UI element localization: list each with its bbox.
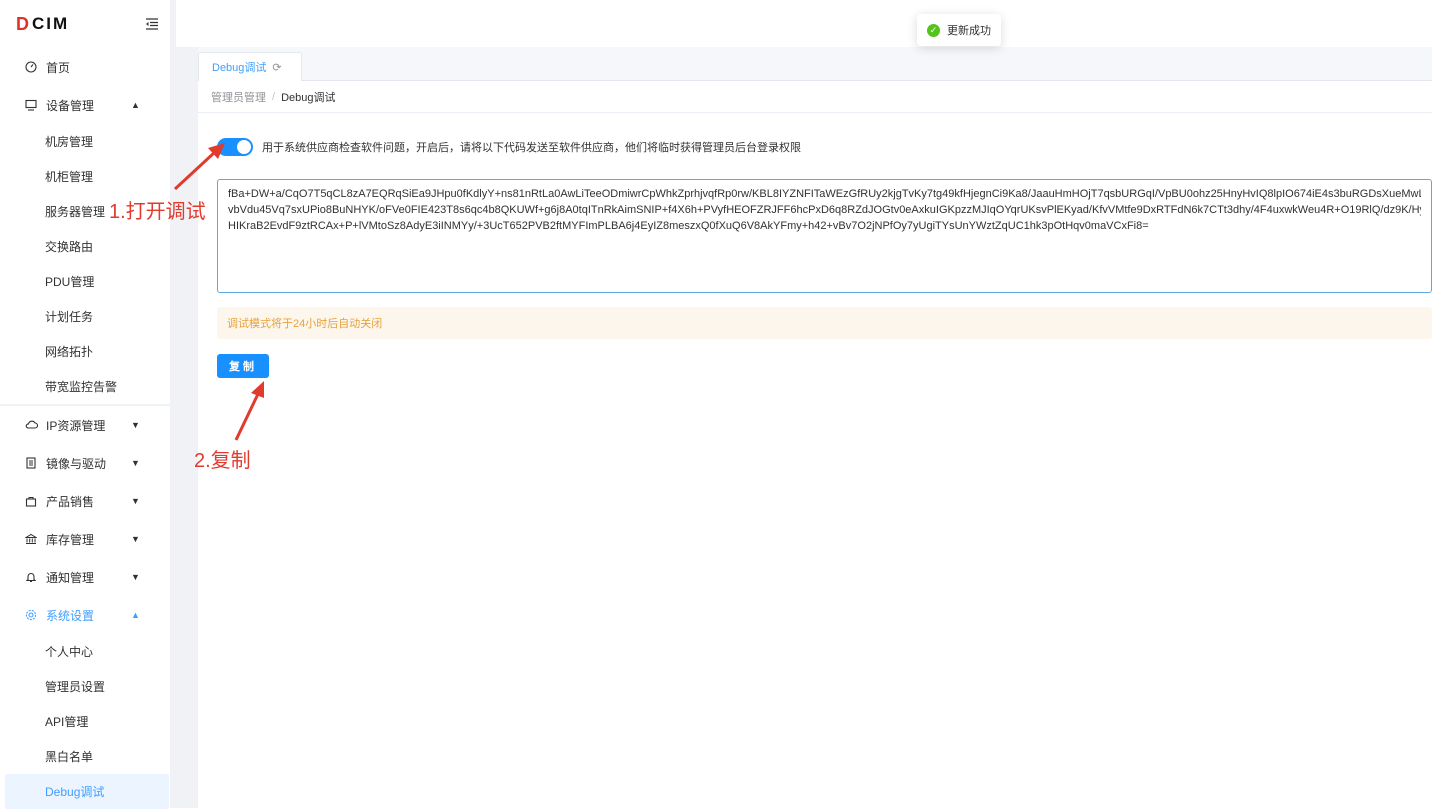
cloud-icon <box>24 418 38 432</box>
top-bar <box>176 0 1432 47</box>
breadcrumb-separator: / <box>272 90 276 103</box>
caret-up-icon: ▲ <box>131 100 140 110</box>
sidebar-item-label: 通知管理 <box>46 570 95 585</box>
sidebar-item-label: 首页 <box>46 60 71 75</box>
sidebar-item-image-driver[interactable]: 镜像与驱动 ▼ <box>0 444 170 482</box>
sidebar-item-cabinet[interactable]: 机柜管理 <box>0 159 170 194</box>
document-icon <box>24 456 38 470</box>
copy-button[interactable]: 复制 <box>217 354 269 378</box>
sidebar-item-admin-settings[interactable]: 管理员设置 <box>0 669 170 704</box>
sidebar-item-label: 镜像与驱动 <box>46 456 107 471</box>
caret-down-icon: ▼ <box>131 572 140 582</box>
debug-toggle-label: 用于系统供应商检查软件问题，开启后，请将以下代码发送至软件供应商，他们将临时获得… <box>262 142 801 154</box>
logo-row: D CIM <box>0 0 170 48</box>
sidebar-menu: 首页 设备管理 ▲ 机房管理 机柜管理 服务器管理 交换路由 PDU管理 计划任… <box>0 48 170 809</box>
annotation-arrow-icon <box>234 381 264 441</box>
caret-down-icon: ▼ <box>131 420 140 430</box>
sidebar-item-network-topology[interactable]: 网络拓扑 <box>0 334 170 369</box>
debug-panel: 用于系统供应商检查软件问题，开启后，请将以下代码发送至软件供应商，他们将临时获得… <box>198 113 1432 378</box>
tab-label: Debug调试 <box>212 62 267 74</box>
breadcrumb: 管理员管理 / Debug调试 <box>198 81 1432 113</box>
sidebar-item-api-mgmt[interactable]: API管理 <box>0 704 170 739</box>
sidebar-item-bandwidth-alert[interactable]: 带宽监控告警 <box>0 369 170 404</box>
sidebar-item-notify[interactable]: 通知管理 ▼ <box>0 558 170 596</box>
breadcrumb-parent[interactable]: 管理员管理 <box>211 89 266 105</box>
sidebar-item-label: 产品销售 <box>46 494 95 509</box>
main-area: Debug调试 ⟳ 管理员管理 / Debug调试 用于系统供应商检查软件问题，… <box>176 0 1432 808</box>
sidebar-item-pdu[interactable]: PDU管理 <box>0 264 170 299</box>
sidebar-item-home[interactable]: 首页 <box>0 48 170 86</box>
code-line: vbVdu45Vq7sxUPio8BuNHYK/oFVe0FIE423T8s6q… <box>228 204 1421 216</box>
bell-icon <box>24 570 38 584</box>
logo-mark: D <box>16 13 31 34</box>
success-toast: ✓ 更新成功 <box>917 14 1001 46</box>
sidebar-item-inventory[interactable]: 库存管理 ▼ <box>0 520 170 558</box>
code-line: HIKraB2EvdF9ztRCAx+P+lVMtoSz8AdyE3iINMYy… <box>228 220 1149 232</box>
monitor-icon <box>24 98 38 112</box>
tab-debug[interactable]: Debug调试 ⟳ <box>198 52 302 81</box>
sidebar-item-label: IP资源管理 <box>46 418 106 433</box>
sidebar-item-system-settings[interactable]: 系统设置 ▲ <box>0 596 170 634</box>
caret-up-icon: ▲ <box>131 610 140 620</box>
sidebar-item-profile[interactable]: 个人中心 <box>0 634 170 669</box>
bank-icon <box>24 532 38 546</box>
sidebar-item-machine-room[interactable]: 机房管理 <box>0 124 170 159</box>
sidebar-item-label: 设备管理 <box>46 98 95 113</box>
sidebar-item-ip-mgmt[interactable]: IP资源管理 ▼ <box>0 406 170 444</box>
sidebar-item-label: 库存管理 <box>46 532 95 547</box>
sidebar-item-switch-router[interactable]: 交换路由 <box>0 229 170 264</box>
annotation-step2: 2.复制 <box>194 450 251 472</box>
sidebar-item-device-mgmt[interactable]: 设备管理 ▲ <box>0 86 170 124</box>
logo-text: CIM <box>32 14 70 33</box>
toast-message: 更新成功 <box>947 25 991 37</box>
sidebar-item-label: 系统设置 <box>46 608 95 623</box>
system-submenu: 个人中心 管理员设置 API管理 黑白名单 Debug调试 <box>0 634 170 809</box>
refresh-icon[interactable]: ⟳ <box>272 61 281 74</box>
caret-down-icon: ▼ <box>131 458 140 468</box>
caret-down-icon: ▼ <box>131 496 140 506</box>
warning-text: 调试模式将于24小时后自动关闭 <box>227 318 383 330</box>
sidebar-item-product-sales[interactable]: 产品销售 ▼ <box>0 482 170 520</box>
code-line: fBa+DW+a/CqO7T5qCL8zA7EQRqSiEa9JHpu0fKdl… <box>228 188 1421 200</box>
debug-code-textarea[interactable]: fBa+DW+a/CqO7T5qCL8zA7EQRqSiEa9JHpu0fKdl… <box>217 179 1432 293</box>
tab-bar: Debug调试 ⟳ <box>198 47 1432 81</box>
bag-icon <box>24 494 38 508</box>
toggle-knob <box>237 140 251 154</box>
debug-switch-row: 用于系统供应商检查软件问题，开启后，请将以下代码发送至软件供应商，他们将临时获得… <box>217 138 1432 156</box>
annotation-arrow-icon <box>173 143 225 191</box>
caret-down-icon: ▼ <box>131 534 140 544</box>
check-circle-icon: ✓ <box>927 23 940 37</box>
menu-collapse-icon[interactable] <box>144 16 160 32</box>
sidebar-item-blacklist[interactable]: 黑白名单 <box>0 739 170 774</box>
gear-icon <box>24 608 38 622</box>
sidebar: D CIM 首页 设备管理 ▲ 机房管理 机柜管理 服务器管理 交换路由 PDU… <box>0 0 176 809</box>
logo[interactable]: D CIM <box>16 14 69 35</box>
device-submenu: 机房管理 机柜管理 服务器管理 交换路由 PDU管理 计划任务 网络拓扑 带宽监… <box>0 124 170 404</box>
sidebar-item-scheduled-tasks[interactable]: 计划任务 <box>0 299 170 334</box>
debug-warning-alert: 调试模式将于24小时后自动关闭 <box>217 307 1432 339</box>
annotation-step1: 1.打开调试 <box>109 201 206 223</box>
sidebar-item-debug[interactable]: Debug调试 <box>5 774 169 809</box>
content-wrap: Debug调试 ⟳ 管理员管理 / Debug调试 用于系统供应商检查软件问题，… <box>198 47 1432 808</box>
breadcrumb-current: Debug调试 <box>281 91 336 104</box>
dashboard-icon <box>24 60 38 74</box>
